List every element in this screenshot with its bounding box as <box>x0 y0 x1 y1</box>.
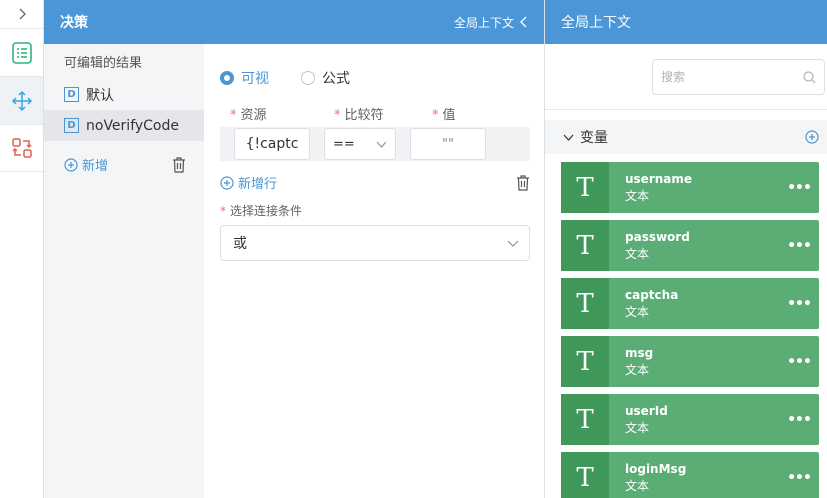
more-options-icon[interactable]: ••• <box>779 180 819 196</box>
add-row-label: 新增行 <box>238 177 278 192</box>
add-row-button[interactable]: 新增行 <box>220 173 277 192</box>
variable-name: userId <box>625 403 668 418</box>
variable-card-loginmsg[interactable]: T loginMsg 文本 ••• <box>561 452 819 498</box>
text-type-icon: T <box>561 336 609 387</box>
trash-icon[interactable] <box>172 156 186 173</box>
variable-card-password[interactable]: T password 文本 ••• <box>561 220 819 271</box>
chevron-down-icon <box>563 134 574 141</box>
resource-input[interactable]: {!captc <box>234 128 310 160</box>
value-input[interactable]: "" <box>410 128 486 160</box>
text-type-icon: T <box>561 278 609 329</box>
search-icon[interactable] <box>803 70 816 84</box>
variable-type: 文本 <box>625 246 650 261</box>
radio-circle <box>301 71 315 85</box>
variable-list: T username 文本 ••• T password 文本 ••• T capt… <box>545 154 827 498</box>
result-item-default[interactable]: D 默认 <box>44 79 204 110</box>
rail-swap-button[interactable] <box>0 124 43 172</box>
mode-visual-radio[interactable]: 可视 <box>220 68 269 88</box>
global-context-panel: 全局上下文 变量 T username 文本 ••• T password 文本 •… <box>545 0 827 498</box>
variable-type: 文本 <box>625 362 650 377</box>
global-context-link-label: 全局上下文 <box>453 15 514 30</box>
mode-formula-label: 公式 <box>322 71 350 87</box>
more-options-icon[interactable]: ••• <box>779 412 819 428</box>
variable-name: password <box>625 229 690 244</box>
add-variable-icon[interactable] <box>805 130 819 144</box>
move-arrows-icon <box>11 90 32 111</box>
variable-type: 文本 <box>625 420 650 435</box>
chevron-left-icon <box>520 16 527 28</box>
variable-card-captcha[interactable]: T captcha 文本 ••• <box>561 278 819 329</box>
swap-icon <box>11 138 32 158</box>
tool-rail <box>0 0 44 498</box>
chevron-down-icon <box>507 240 519 247</box>
results-list: 可编辑的结果 D 默认 D noVerifyCode 新增 <box>44 44 204 498</box>
text-type-icon: T <box>561 452 609 498</box>
connector-value: 或 <box>233 236 247 252</box>
operator-value: == <box>333 136 355 152</box>
decision-title: 决策 <box>60 15 88 31</box>
connector-select[interactable]: 或 <box>220 225 530 261</box>
context-title: 全局上下文 <box>561 15 631 31</box>
variable-type: 文本 <box>625 188 650 203</box>
mode-radio-group: 可视 公式 <box>220 68 530 88</box>
d-badge-icon: D <box>64 87 79 102</box>
variable-type: 文本 <box>625 304 650 319</box>
variable-card-username[interactable]: T username 文本 ••• <box>561 162 819 213</box>
decision-header: 决策 全局上下文 <box>44 0 544 44</box>
operator-select[interactable]: == <box>324 128 396 160</box>
radio-circle <box>220 71 234 85</box>
d-badge-icon: D <box>64 118 79 133</box>
variables-section-header[interactable]: 变量 <box>545 120 827 154</box>
search-input[interactable] <box>661 70 791 84</box>
context-header: 全局上下文 <box>545 0 827 44</box>
plus-circle-icon <box>220 175 234 190</box>
col-value: * 值 <box>432 108 456 123</box>
variable-card-msg[interactable]: T msg 文本 ••• <box>561 336 819 387</box>
result-item-label: 默认 <box>86 87 114 104</box>
text-type-icon: T <box>561 220 609 271</box>
connector-label: * 选择连接条件 <box>220 204 303 218</box>
rail-move-button[interactable] <box>0 76 43 124</box>
more-options-icon[interactable]: ••• <box>779 470 819 486</box>
checklist-icon <box>11 41 32 64</box>
plus-circle-icon <box>64 157 78 172</box>
chevron-down-icon <box>376 141 387 148</box>
variables-section-title: 变量 <box>580 130 608 146</box>
text-type-icon: T <box>561 394 609 445</box>
condition-columns: * 资源 * 比较符 * 值 <box>220 104 530 123</box>
rail-checklist-button[interactable] <box>0 28 43 76</box>
condition-editor: 可视 公式 * 资源 * 比较符 * 值 {!captc == "" 新增行 *… <box>220 44 530 261</box>
condition-row: {!captc == "" <box>220 127 530 161</box>
add-result-button[interactable]: 新增 <box>64 155 108 174</box>
mode-visual-label: 可视 <box>241 71 269 87</box>
add-result-label: 新增 <box>82 159 109 174</box>
more-options-icon[interactable]: ••• <box>779 238 819 254</box>
global-context-link[interactable]: 全局上下文 <box>454 14 528 31</box>
variable-name: loginMsg <box>625 461 687 476</box>
trash-icon[interactable] <box>516 174 530 191</box>
variable-card-userid[interactable]: T userId 文本 ••• <box>561 394 819 445</box>
variable-name: captcha <box>625 287 679 302</box>
result-item-label: noVerifyCode <box>86 117 179 134</box>
col-resource: * 资源 <box>230 108 267 123</box>
mode-formula-radio[interactable]: 公式 <box>301 68 350 88</box>
col-operator: * 比较符 <box>334 108 384 123</box>
variable-name: msg <box>625 345 654 360</box>
variable-name: username <box>625 171 693 186</box>
results-title: 可编辑的结果 <box>64 56 143 71</box>
result-item-noverifycode[interactable]: D noVerifyCode <box>44 110 204 141</box>
more-options-icon[interactable]: ••• <box>779 296 819 312</box>
chevron-right-icon <box>19 8 26 20</box>
expand-toggle[interactable] <box>0 0 43 28</box>
text-type-icon: T <box>561 162 609 213</box>
more-options-icon[interactable]: ••• <box>779 354 819 370</box>
variable-search <box>652 59 825 95</box>
variable-type: 文本 <box>625 478 650 493</box>
decision-panel: 决策 全局上下文 可编辑的结果 D 默认 D noVerifyCode 新增 可… <box>44 0 545 498</box>
